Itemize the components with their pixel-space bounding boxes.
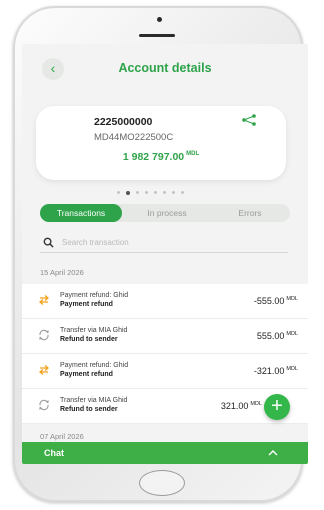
carousel-dot[interactable] — [154, 191, 157, 195]
front-camera — [157, 17, 162, 22]
carousel-dot[interactable] — [172, 191, 175, 195]
amount-currency: MDL — [286, 366, 298, 372]
carousel-dot[interactable] — [126, 190, 130, 195]
amount-currency: MDL — [250, 401, 262, 407]
transaction-type: Refund to sender — [60, 406, 118, 413]
transaction-amount: 555.00 MDL — [257, 331, 298, 341]
carousel-dot[interactable] — [117, 191, 120, 195]
add-button[interactable]: + — [264, 394, 290, 420]
share-icon[interactable] — [241, 114, 257, 126]
tab-bar: Transactions In process Errors — [40, 204, 290, 222]
transaction-amount: 321.00 MDL — [221, 401, 262, 411]
transaction-amount: -555.00 MDL — [254, 296, 298, 306]
carousel-dot[interactable] — [145, 191, 148, 195]
tab-transactions[interactable]: Transactions — [40, 204, 122, 222]
account-iban: MD44MO222500C — [94, 132, 174, 143]
page-title: Account details — [118, 61, 212, 75]
amount-value: 555.00 — [256, 331, 285, 341]
header: ‹ Account details — [22, 44, 308, 90]
transaction-amount: -321.00 MDL — [254, 366, 298, 376]
app-screen: ‹ Account details 2225000000 MD44MO22250… — [22, 44, 308, 464]
account-card[interactable]: 2225000000 MD44MO222500C 1 982 797.00 MDL — [36, 106, 286, 180]
carousel-dot[interactable] — [181, 191, 184, 195]
home-button[interactable] — [139, 470, 185, 496]
transaction-title: Transfer via MIA Ghid — [60, 397, 128, 404]
transaction-row[interactable]: Transfer via MIA Ghid Refund to sender 5… — [22, 319, 308, 354]
amount-currency: MDL — [286, 331, 298, 337]
earpiece-speaker — [139, 34, 175, 37]
refund-arrow-icon — [38, 295, 50, 305]
transaction-row[interactable]: Payment refund: Ghid Payment refund -555… — [22, 284, 308, 319]
search-icon — [43, 237, 54, 248]
search-field[interactable]: Search transaction — [40, 236, 288, 253]
balance-amount: 1 982 797.00 — [122, 151, 185, 163]
tab-errors[interactable]: Errors — [210, 204, 290, 222]
transaction-type: Payment refund — [60, 371, 113, 378]
transaction-title: Transfer via MIA Ghid — [60, 327, 128, 334]
account-number: 2225000000 — [94, 116, 153, 128]
tab-in-process[interactable]: In process — [126, 204, 208, 222]
balance-currency: MDL — [186, 151, 200, 157]
chevron-up-icon[interactable] — [268, 449, 278, 456]
date-header: 15 April 2026 — [40, 268, 84, 277]
transfer-cycle-icon — [39, 399, 49, 411]
chat-bar[interactable]: Chat — [22, 442, 308, 464]
account-balance: 1 982 797.00 MDL — [36, 151, 286, 163]
carousel-dots[interactable] — [117, 184, 190, 195]
search-placeholder: Search transaction — [62, 238, 129, 247]
date-header: 07 April 2026 — [40, 432, 84, 441]
amount-value: 321.00 — [220, 401, 249, 411]
transaction-row[interactable]: Payment refund: Ghid Payment refund -321… — [22, 354, 308, 389]
amount-value: -321.00 — [253, 366, 285, 376]
carousel-dot[interactable] — [163, 191, 166, 195]
transaction-title: Payment refund: Ghid — [60, 292, 129, 299]
amount-value: -555.00 — [253, 296, 285, 306]
transaction-type: Refund to sender — [60, 336, 118, 343]
transaction-type: Payment refund — [60, 301, 113, 308]
transaction-title: Payment refund: Ghid — [60, 362, 129, 369]
chat-label: Chat — [44, 448, 64, 458]
redaction-mask — [186, 131, 240, 145]
amount-currency: MDL — [286, 296, 298, 302]
refund-arrow-icon — [38, 365, 50, 375]
redaction-mask — [174, 115, 238, 129]
transfer-cycle-icon — [39, 329, 49, 341]
carousel-dot[interactable] — [136, 191, 139, 195]
